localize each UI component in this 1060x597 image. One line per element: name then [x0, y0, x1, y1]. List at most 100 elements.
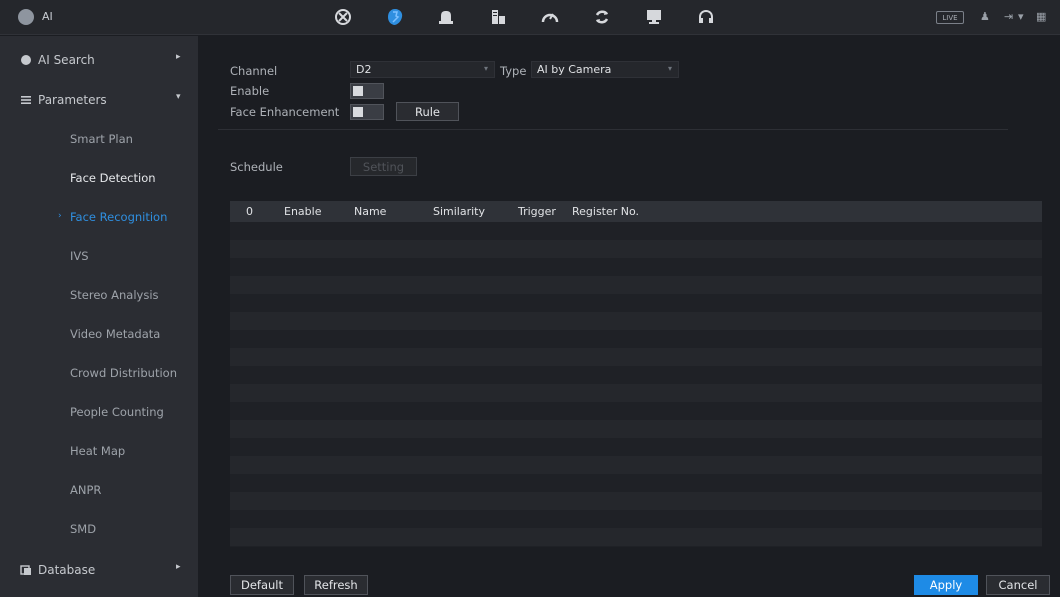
network-icon[interactable] [329, 4, 357, 30]
sidebar-item-smd[interactable]: SMD [0, 511, 198, 549]
column-header-trigger: Trigger [518, 205, 556, 218]
sidebar-item-label: People Counting [70, 405, 164, 419]
table-row [230, 240, 1042, 258]
default-button[interactable]: Default [230, 575, 294, 595]
main-panel: Channel D2 ▾ Type AI by Camera ▾ Enable … [198, 36, 1060, 597]
performance-icon[interactable] [536, 4, 564, 30]
column-header-enable: Enable [284, 205, 322, 218]
sidebar-item-anpr[interactable]: ANPR [0, 472, 198, 510]
channel-value: D2 [356, 63, 372, 76]
top-bar: AI LIVE ♟ ⇥ ▾ ▦ [0, 0, 1060, 35]
schedule-label: Schedule [230, 160, 283, 174]
sidebar: AI Search ▸ Parameters ▾ Smart Plan Face… [0, 36, 198, 597]
enable-toggle[interactable] [350, 83, 384, 99]
table-row [230, 528, 1042, 546]
table-row [230, 384, 1042, 402]
column-header-name: Name [354, 205, 387, 218]
ai-logo-icon [18, 9, 34, 25]
column-header-register-no: Register No. [572, 205, 640, 218]
user-icon[interactable]: ♟ [980, 10, 990, 23]
table-header: 0 Enable Name Similarity Trigger Registe… [230, 201, 1042, 222]
chevron-right-icon: ▸ [176, 52, 181, 62]
sidebar-group-label: AI Search [38, 53, 95, 67]
enable-label: Enable [230, 84, 270, 98]
apply-button[interactable]: Apply [914, 575, 978, 595]
menu-icon[interactable]: ▦ [1036, 10, 1046, 23]
sidebar-item-label: SMD [70, 522, 97, 536]
refresh-button[interactable]: Refresh [304, 575, 368, 595]
sidebar-item-label: Face Recognition [70, 210, 168, 224]
sidebar-item-smart-plan[interactable]: Smart Plan [0, 121, 198, 159]
chevron-right-icon: ▸ [176, 562, 181, 572]
sidebar-item-label: Crowd Distribution [70, 366, 177, 380]
sidebar-item-ivs[interactable]: IVS [0, 238, 198, 276]
sidebar-item-face-detection[interactable]: Face Detection [0, 160, 198, 198]
face-recognition-table: 0 Enable Name Similarity Trigger Registe… [230, 201, 1042, 547]
table-row [230, 366, 1042, 384]
sidebar-item-people-counting[interactable]: People Counting [0, 394, 198, 432]
type-label: Type [500, 64, 527, 78]
setting-button[interactable]: Setting [350, 157, 417, 176]
table-row [230, 258, 1042, 276]
storage-icon[interactable] [484, 4, 512, 30]
app-title: AI [42, 10, 53, 23]
list-icon [21, 96, 31, 104]
sidebar-group-label: Parameters [38, 93, 107, 107]
channel-label: Channel [230, 64, 278, 78]
toggle-knob [353, 86, 363, 96]
type-value: AI by Camera [537, 63, 612, 76]
database-icon [20, 565, 31, 575]
sidebar-item-label: Heat Map [70, 444, 126, 458]
cancel-button[interactable]: Cancel [986, 575, 1050, 595]
sidebar-item-video-metadata[interactable]: Video Metadata [0, 316, 198, 354]
toggle-knob [353, 107, 363, 117]
sidebar-item-face-recognition[interactable]: › Face Recognition [0, 199, 198, 237]
sidebar-item-label: Video Metadata [70, 327, 161, 341]
type-select[interactable]: AI by Camera ▾ [531, 61, 679, 78]
rule-button[interactable]: Rule [396, 102, 459, 121]
table-row [230, 222, 1042, 240]
chevron-down-icon: ▾ [483, 64, 488, 73]
column-header-similarity: Similarity [433, 205, 486, 218]
face-enhancement-toggle[interactable] [350, 104, 384, 120]
table-row [230, 348, 1042, 366]
sidebar-item-label: Smart Plan [70, 132, 133, 146]
backup-icon[interactable] [588, 4, 616, 30]
table-row [230, 330, 1042, 348]
face-enhancement-label: Face Enhancement [230, 105, 340, 119]
sidebar-item-label: Stereo Analysis [70, 288, 159, 302]
chevron-right-icon: › [58, 211, 62, 221]
sidebar-item-label: Face Detection [70, 171, 156, 185]
sidebar-item-label: ANPR [70, 483, 102, 497]
table-row [230, 420, 1042, 438]
table-row [230, 438, 1042, 456]
sidebar-group-parameters[interactable]: Parameters ▾ [0, 80, 198, 120]
sidebar-group-ai-search[interactable]: AI Search ▸ [0, 40, 198, 80]
chevron-down-icon: ▾ [176, 92, 181, 102]
divider [218, 129, 1008, 130]
table-row [230, 402, 1042, 420]
sidebar-item-label: IVS [70, 249, 89, 263]
ai-icon[interactable] [381, 4, 409, 30]
table-row [230, 456, 1042, 474]
table-row [230, 276, 1042, 294]
table-row [230, 474, 1042, 492]
ai-search-icon [21, 55, 31, 65]
sidebar-group-label: Database [38, 563, 96, 577]
audio-icon[interactable] [692, 4, 720, 30]
sidebar-item-heat-map[interactable]: Heat Map [0, 433, 198, 471]
chevron-down-icon: ▾ [667, 64, 672, 73]
sidebar-group-database[interactable]: Database ▸ [0, 550, 198, 590]
sidebar-item-stereo-analysis[interactable]: Stereo Analysis [0, 277, 198, 315]
sidebar-item-crowd-distribution[interactable]: Crowd Distribution [0, 355, 198, 393]
logout-icon[interactable]: ⇥ [1004, 10, 1013, 23]
live-button[interactable]: LIVE [936, 11, 964, 24]
table-row [230, 312, 1042, 330]
alarm-icon[interactable] [432, 4, 460, 30]
channel-select[interactable]: D2 ▾ [350, 61, 495, 78]
table-row [230, 510, 1042, 528]
column-header-index: 0 [246, 205, 253, 218]
display-icon[interactable] [640, 4, 668, 30]
dropdown-icon[interactable]: ▾ [1018, 10, 1024, 23]
table-row [230, 294, 1042, 312]
